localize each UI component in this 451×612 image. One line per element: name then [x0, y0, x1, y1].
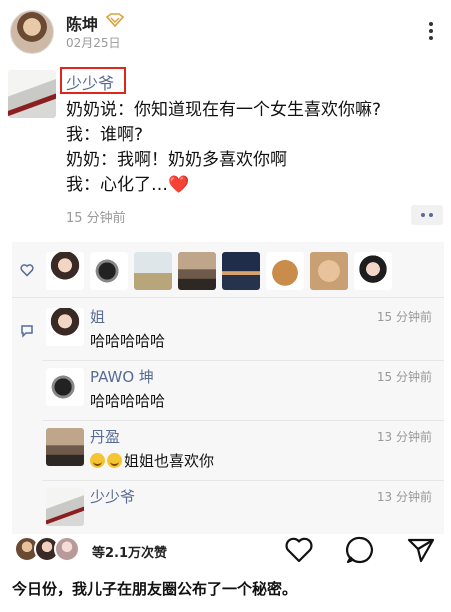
post-header: 陈坤 02月25日 — [0, 0, 451, 62]
post-footer: 等2.1万次赞 今日份，我儿子在朋友圈公布了一个秘密。 — [0, 534, 451, 612]
commenter-avatar[interactable] — [46, 308, 84, 346]
liker-avatar[interactable] — [178, 252, 216, 290]
commenter-avatar[interactable] — [46, 368, 84, 406]
comment-item: PAWO 坤 15 分钟前 哈哈哈哈哈 — [12, 360, 444, 420]
comment-text[interactable]: 哈哈哈哈哈 — [90, 390, 165, 411]
comment-time: 15 分钟前 — [376, 310, 432, 324]
liker-avatar[interactable] — [354, 252, 392, 290]
share-icon[interactable] — [405, 534, 437, 566]
comment-time: 13 分钟前 — [376, 490, 432, 504]
poster-avatar[interactable] — [8, 70, 56, 118]
commenter-name[interactable]: 丹盈 — [90, 426, 120, 447]
comment-item: 少少爷 13 分钟前 — [12, 480, 444, 540]
comment-time: 13 分钟前 — [376, 430, 432, 444]
chat-icon[interactable] — [344, 534, 376, 566]
liker-face[interactable] — [54, 536, 80, 562]
heart-emoji: ❤️ — [168, 175, 190, 195]
moment-line: 我：心化了… — [66, 175, 168, 195]
liker-avatar[interactable] — [310, 252, 348, 290]
comment-text-content: 姐姐也喜欢你 — [124, 452, 215, 470]
comment-text[interactable]: 哈哈哈哈哈 — [90, 330, 165, 351]
author-avatar[interactable] — [10, 10, 54, 54]
commenter-name[interactable]: 姐 — [90, 306, 105, 327]
comment-divider — [42, 420, 444, 421]
moment-line-last: 我：心化了…❤️ — [66, 173, 446, 198]
more-icon[interactable] — [426, 20, 436, 44]
moment-action-button[interactable] — [411, 205, 443, 225]
likes-count[interactable]: 等2.1万次赞 — [92, 542, 167, 561]
post-caption: 今日份，我儿子在朋友圈公布了一个秘密。 — [12, 580, 298, 598]
comment-text[interactable]: 姐姐也喜欢你 — [90, 450, 214, 471]
comment-divider — [42, 480, 444, 481]
like-icon — [20, 264, 34, 277]
heart-icon[interactable] — [283, 534, 315, 566]
moment-line: 奶奶说：你知道现在有一个女生喜欢你嘛? — [66, 100, 382, 120]
commenter-avatar[interactable] — [46, 488, 84, 526]
laughing-emoji-icon — [90, 453, 105, 468]
moment-screenshot: 少少爷 奶奶说：你知道现在有一个女生喜欢你嘛? 我：谁啊? 奶奶：我啊！奶奶多喜… — [0, 62, 451, 534]
liker-avatar[interactable] — [266, 252, 304, 290]
moment-line: 我：谁啊? — [66, 125, 144, 145]
comment-divider — [42, 360, 444, 361]
comment-item: 姐 15 分钟前 哈哈哈哈哈 — [12, 300, 444, 360]
comment-time: 15 分钟前 — [376, 370, 432, 384]
like-list — [12, 242, 444, 298]
author-name[interactable]: 陈坤 — [66, 11, 98, 35]
commenter-name[interactable]: 少少爷 — [90, 486, 135, 507]
commenter-name[interactable]: PAWO 坤 — [90, 366, 154, 387]
commenter-avatar[interactable] — [46, 428, 84, 466]
liker-avatar[interactable] — [46, 252, 84, 290]
vip-icon — [106, 13, 124, 27]
moment-line: 奶奶：我啊！奶奶多喜欢你啊 — [66, 150, 287, 170]
interaction-panel: 姐 15 分钟前 哈哈哈哈哈 PAWO 坤 15 分钟前 哈哈哈哈哈 丹盈 13… — [12, 242, 444, 534]
poster-name[interactable]: 少少爷 — [66, 70, 114, 94]
liker-avatar[interactable] — [90, 252, 128, 290]
laughing-emoji-icon — [107, 453, 122, 468]
moment-time: 15 分钟前 — [66, 211, 126, 226]
liker-avatar[interactable] — [222, 252, 260, 290]
liker-avatar[interactable] — [134, 252, 172, 290]
comment-item: 丹盈 13 分钟前 姐姐也喜欢你 — [12, 420, 444, 480]
moment-text: 奶奶说：你知道现在有一个女生喜欢你嘛? 我：谁啊? 奶奶：我啊！奶奶多喜欢你啊 … — [66, 98, 446, 198]
post-date: 02月25日 — [66, 36, 121, 50]
